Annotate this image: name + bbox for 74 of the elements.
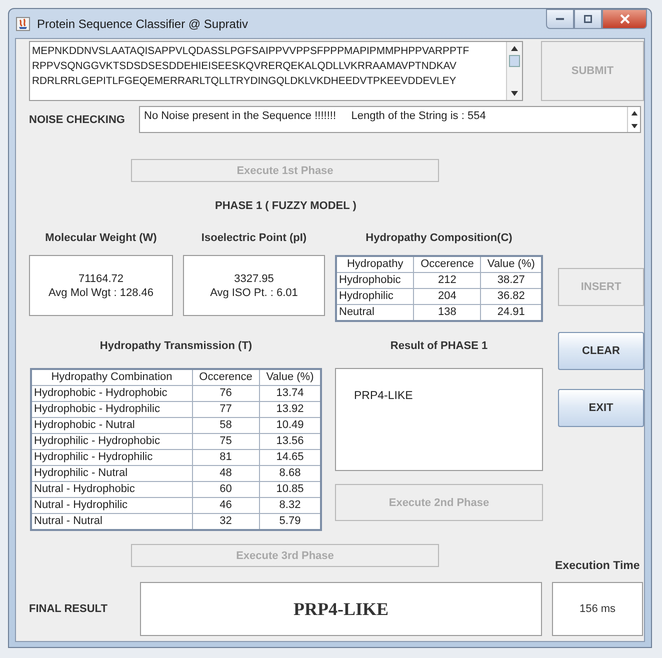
column-header: Hydropathy — [336, 256, 414, 272]
sequence-line: RPPVSQNGGVKTSDSDSESDDEHIEISEESKQVRERQEKALQDLLVKRRAAMAVPTNDKAV — [32, 60, 458, 74]
table-cell: 58 — [192, 418, 260, 434]
sequence-line: RDRLRRLGEPITLFGEQEMERRARLTQLLTRYDINGQLDKLVKDHEEDVTPKEEVDDEVLEY — [32, 75, 458, 89]
phase-title: PHASE 1 ( FUZZY MODEL ) — [215, 200, 356, 212]
table-cell: Nutral - Hydrophilic — [31, 498, 192, 514]
table-cell: 81 — [192, 450, 260, 466]
table-cell: 13.74 — [260, 386, 321, 402]
noise-field[interactable]: No Noise present in the Sequence !!!!!!! Length of the String is : 554 — [139, 106, 641, 133]
section-heading: Hydropathy Transmission (T) — [100, 340, 252, 354]
table-cell: 36.82 — [480, 288, 542, 304]
section-heading: Result of PHASE 1 — [390, 340, 488, 354]
table-cell: Hydrophobic - Hydrophobic — [31, 386, 192, 402]
up-arrow-icon[interactable] — [511, 46, 518, 51]
table-cell: Hydrophilic - Hydrophobic — [31, 434, 192, 450]
table-cell: Hydrophobic - Nutral — [31, 418, 192, 434]
table-cell: 204 — [414, 288, 481, 304]
noise-text: No Noise present in the Sequence !!!!!!! Length of the String is : 554 — [143, 109, 487, 124]
table-cell: 38.27 — [480, 272, 542, 288]
maximize-button[interactable] — [574, 9, 602, 29]
exit-button[interactable]: EXIT — [558, 389, 644, 427]
average-text: Avg Mol Wgt : 128.46 — [48, 286, 154, 298]
table-cell: 14.65 — [260, 450, 321, 466]
execution-time-label: Execution Time — [555, 560, 640, 572]
noise-checking-label: NOISE CHECKING — [29, 114, 126, 126]
table-cell: Hydrophilic — [336, 288, 414, 304]
down-arrow-icon[interactable] — [630, 124, 638, 128]
close-icon[interactable] — [620, 14, 630, 24]
column-header: Value (%) — [260, 369, 321, 386]
column-header: Occerence — [192, 369, 260, 386]
table-cell: 10.85 — [260, 482, 321, 498]
maximize-icon[interactable] — [584, 15, 592, 23]
table-cell: 8.32 — [260, 498, 321, 514]
up-arrow-icon[interactable] — [630, 111, 638, 116]
column-header: Hydropathy Combination — [31, 369, 192, 386]
section-heading: Molecular Weight (W) — [45, 232, 157, 246]
average-text: Avg ISO Pt. : 6.01 — [210, 286, 298, 298]
column-header: Value (%) — [480, 256, 542, 272]
down-arrow-icon[interactable] — [511, 91, 518, 96]
table-cell: 10.49 — [260, 418, 321, 434]
table-cell: 77 — [192, 402, 260, 418]
table-cell: 13.92 — [260, 402, 321, 418]
app-icon — [16, 16, 30, 30]
table-cell: Hydrophilic - Hydrophilic — [31, 450, 192, 466]
table-cell: 76 — [192, 386, 260, 402]
section-heading: Isoelectric Point (pI) — [201, 232, 307, 246]
sequence-line: MEPNKDDNVSLAATAQISAPPVLQDASSLPGFSAIPPVVPPSFPPPMAPIPMMPHPPVARPPTF — [32, 45, 470, 59]
value-text: 71164.72 — [78, 272, 124, 284]
clear-button[interactable]: CLEAR — [558, 332, 644, 370]
minimize-button[interactable] — [546, 9, 574, 29]
scrollbar[interactable] — [506, 42, 522, 100]
scroll-thumb[interactable] — [509, 55, 520, 67]
table-cell: 212 — [414, 272, 481, 288]
sequence-field[interactable]: MEPNKDDNVSLAATAQISAPPVLQDASSLPGFSAIPPVVPPSFPPPMAPIPMMPHPPVARPPTF RPPVSQNGGVKTSDSDSESDDEHIEISEESKQVRERQEKALQDLLVKRRAAMAVPTNDKAV RDRLRRLGEPITLFGEQEMERRARLTQLLTRYDINGQLDKLVKDHEEDVTPKEEVDDEVLEY — [29, 41, 523, 101]
window-title: Protein Sequence Classifier @ Suprativ — [37, 16, 249, 30]
close-button[interactable] — [602, 9, 647, 29]
table-cell: 48 — [192, 466, 260, 482]
table-cell: 8.68 — [260, 466, 321, 482]
table-cell: 46 — [192, 498, 260, 514]
value-text: 3327.95 — [234, 272, 274, 284]
table-cell: 60 — [192, 482, 260, 498]
final-result-label: FINAL RESULT — [29, 603, 108, 615]
table-cell: 13.56 — [260, 434, 321, 450]
table-cell: Hydrophilic - Nutral — [31, 466, 192, 482]
column-header: Occerence — [414, 256, 481, 272]
table-cell: Hydrophobic - Hydrophilic — [31, 402, 192, 418]
spinner[interactable] — [627, 107, 640, 132]
table-cell: Hydrophobic — [336, 272, 414, 288]
section-heading: Hydropathy Composition(C) — [366, 232, 512, 246]
execution-time-text: 156 ms — [579, 603, 616, 615]
final-result-text: PRP4-LIKE — [293, 598, 388, 620]
table-cell: 75 — [192, 434, 260, 450]
table-cell: Nutral - Hydrophobic — [31, 482, 192, 498]
result-text: PRP4-LIKE — [354, 390, 413, 402]
